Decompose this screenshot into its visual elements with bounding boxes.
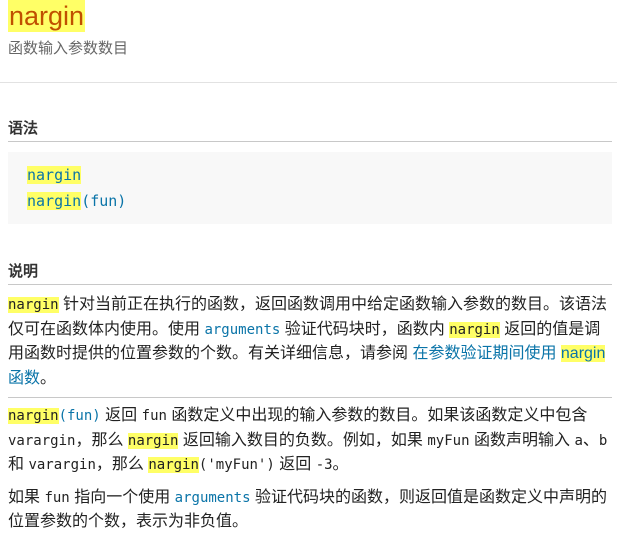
text-segment: 。: [332, 456, 349, 473]
text-segment: 返回: [100, 407, 142, 424]
code-term: fun: [44, 489, 70, 506]
code-term: myFun: [427, 432, 470, 449]
description-paragraph: 如果 fun 指向一个使用 arguments 验证代码块的函数，则返回值是函数…: [8, 486, 612, 535]
code-term: -3: [315, 457, 333, 473]
highlighted-term: nargin: [8, 408, 59, 424]
syntax-line[interactable]: nargin: [27, 162, 593, 188]
syntax-line[interactable]: nargin(fun): [27, 188, 593, 214]
highlighted-term: nargin: [27, 192, 82, 210]
link-text[interactable]: 函数: [8, 370, 40, 387]
highlighted-term[interactable]: nargin: [560, 345, 606, 362]
description-paragraph: nargin(fun) 返回 fun 函数定义中出现的输入参数的数目。如果该函数…: [8, 404, 612, 478]
link-text[interactable]: 在参数验证期间使用: [412, 345, 560, 362]
text-segment: 返回: [274, 456, 316, 473]
description-paragraph: nargin 针对当前正在执行的函数，返回函数调用中给定函数输入参数的数目。该语…: [8, 293, 612, 391]
page-subtitle: 函数输入参数数目: [8, 40, 129, 57]
text-segment: ，那么: [95, 456, 149, 473]
syntax-heading: 语法: [8, 117, 612, 142]
text-segment: 返回输入数目的负数。例如，如果: [178, 431, 428, 449]
divider: [8, 397, 612, 398]
text-segment: 如果: [8, 488, 45, 506]
code-term: ('myFun'): [198, 457, 275, 473]
text-segment: 。: [40, 369, 57, 387]
text-segment: ，那么: [75, 431, 128, 449]
link-text[interactable]: (fun): [59, 408, 101, 424]
highlighted-term: nargin: [127, 432, 179, 449]
description-body: nargin 针对当前正在执行的函数，返回函数调用中给定函数输入参数的数目。该语…: [8, 293, 612, 535]
text-segment: 和: [8, 456, 29, 473]
code-term: fun: [141, 408, 167, 424]
text-segment: (fun): [81, 192, 127, 210]
text-segment: 函数定义中出现的输入参数的数目。如果该函数定义中包含: [166, 407, 588, 424]
highlighted-term: nargin: [27, 166, 82, 184]
code-term: varargin: [28, 457, 96, 473]
divider: [0, 82, 617, 83]
text-segment: 函数声明输入: [469, 431, 575, 449]
highlighted-term: nargin: [449, 321, 500, 338]
page-title: nargin: [8, 0, 86, 32]
text-segment: 验证代码块时，函数内: [280, 320, 450, 338]
link-text[interactable]: arguments: [175, 490, 251, 506]
description-heading: 说明: [8, 260, 612, 285]
code-term: a: [574, 432, 583, 449]
text-segment: 指向一个使用: [69, 488, 175, 506]
text-segment: 、: [582, 431, 599, 449]
code-term: varargin: [8, 432, 76, 449]
highlighted-term: nargin: [148, 457, 199, 473]
highlighted-term: nargin: [8, 297, 59, 313]
doc-page: nargin 函数输入参数数目 语法 nargin nargin(fun) 说明 …: [0, 0, 617, 535]
syntax-code-block: nargin nargin(fun): [8, 152, 612, 224]
code-term: b: [598, 432, 608, 449]
link-text[interactable]: arguments: [204, 322, 280, 338]
